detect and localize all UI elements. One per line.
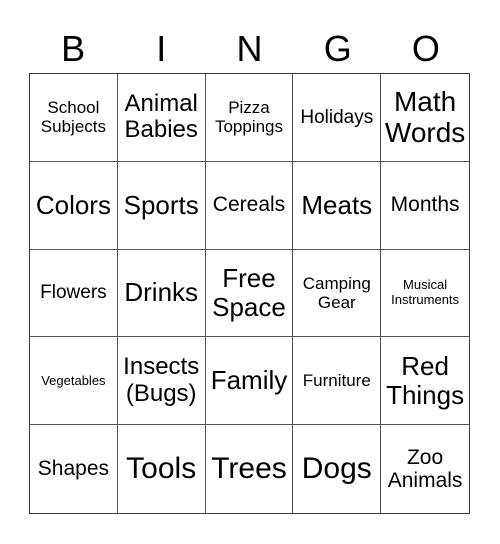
bingo-cell[interactable]: Animal Babies bbox=[117, 74, 206, 162]
bingo-cell-label: Musical Instruments bbox=[391, 277, 460, 307]
bingo-cell-label: Tools bbox=[126, 452, 197, 486]
bingo-cell[interactable]: Dogs bbox=[293, 425, 382, 513]
bingo-cell[interactable]: Meats bbox=[293, 161, 382, 250]
bingo-header: B I N G O bbox=[29, 26, 470, 72]
header-letter-o: O bbox=[411, 28, 440, 69]
bingo-cell[interactable]: Holidays bbox=[293, 74, 382, 162]
bingo-cell[interactable]: Flowers bbox=[30, 249, 118, 338]
bingo-cell[interactable]: Colors bbox=[30, 161, 118, 250]
bingo-grid: School Subjects Animal Babies Pizza Toppin… bbox=[29, 73, 470, 514]
bingo-cell[interactable]: Pizza Toppings bbox=[205, 74, 294, 162]
bingo-cell-label: Furniture bbox=[302, 371, 371, 391]
bingo-cell-label: Math Words bbox=[384, 86, 466, 149]
header-letter-i: I bbox=[156, 28, 167, 69]
bingo-cell[interactable]: Red Things bbox=[381, 337, 469, 426]
bingo-cell[interactable]: Months bbox=[381, 162, 469, 250]
bingo-cell-label: Insects (Bugs) bbox=[123, 352, 200, 407]
bingo-cell-label: Dogs bbox=[301, 452, 372, 486]
bingo-cell-label: Animal Babies bbox=[124, 89, 198, 144]
bingo-cell[interactable]: Insects (Bugs) bbox=[117, 337, 206, 426]
bingo-cell-label: Vegetables bbox=[41, 372, 106, 388]
bingo-cell[interactable]: Vegetables bbox=[30, 337, 118, 426]
bingo-cell[interactable]: Family bbox=[205, 337, 294, 426]
bingo-cell-label: Flowers bbox=[40, 282, 107, 304]
bingo-cell-label: Family bbox=[210, 365, 288, 396]
bingo-cell[interactable]: Shapes bbox=[30, 425, 118, 513]
bingo-cell[interactable]: Sports bbox=[117, 161, 206, 250]
bingo-cell-label: Months bbox=[390, 193, 460, 217]
bingo-cell-label: Camping Gear bbox=[302, 273, 371, 312]
bingo-cell-label: Cereals bbox=[212, 193, 286, 217]
bingo-cell-label: School Subjects bbox=[40, 98, 106, 137]
header-letter-b: B bbox=[61, 28, 86, 69]
bingo-cell-label: Zoo Animals bbox=[387, 445, 463, 493]
bingo-cell[interactable]: Drinks bbox=[117, 249, 206, 338]
bingo-cell-label: Sports bbox=[123, 189, 199, 220]
bingo-cell[interactable]: Tools bbox=[118, 425, 206, 513]
bingo-cell[interactable]: Zoo Animals bbox=[381, 425, 469, 513]
bingo-cell-label: Trees bbox=[211, 452, 287, 486]
bingo-cell-label: Pizza Toppings bbox=[214, 98, 284, 137]
bingo-cell[interactable]: Furniture bbox=[293, 337, 382, 426]
bingo-cell[interactable]: School Subjects bbox=[30, 74, 118, 162]
bingo-cell[interactable]: Camping Gear bbox=[293, 249, 382, 338]
bingo-cell-label: Meats bbox=[301, 189, 373, 220]
header-letter-n: N bbox=[236, 28, 263, 69]
bingo-cell[interactable]: Trees bbox=[206, 425, 294, 513]
header-letter-g: G bbox=[323, 28, 352, 69]
bingo-cell[interactable]: Musical Instruments bbox=[381, 250, 469, 338]
bingo-cell-label: Shapes bbox=[37, 457, 110, 481]
bingo-cell-label: Drinks bbox=[124, 277, 199, 308]
bingo-cell[interactable]: Cereals bbox=[205, 161, 294, 250]
bingo-cell-label: Free Space bbox=[212, 262, 286, 322]
bingo-cell-label: Colors bbox=[35, 189, 111, 220]
bingo-cell[interactable]: Math Words bbox=[381, 74, 469, 162]
bingo-cell-label: Red Things bbox=[386, 350, 465, 410]
bingo-cell-label: Holidays bbox=[300, 106, 374, 128]
bingo-cell[interactable]: Free Space bbox=[205, 249, 294, 338]
